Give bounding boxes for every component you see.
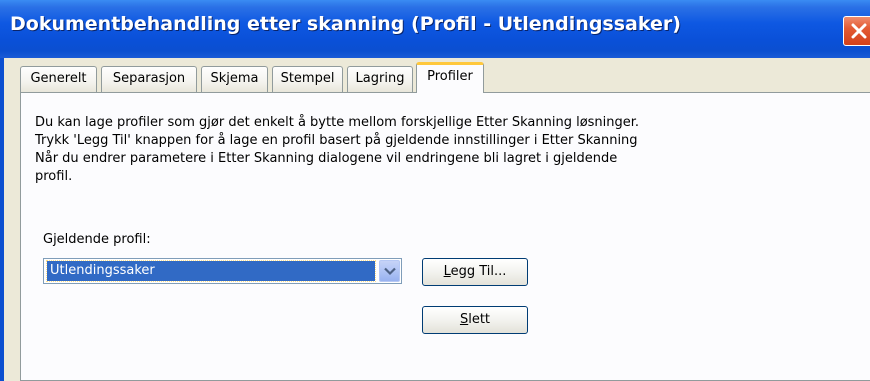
- title-bar[interactable]: Dokumentbehandling etter skanning (Profi…: [0, 0, 870, 58]
- window-title: Dokumentbehandling etter skanning (Profi…: [10, 13, 681, 35]
- dialog-window: Dokumentbehandling etter skanning (Profi…: [0, 0, 870, 381]
- description-line: Du kan lage profiler som gjør det enkelt…: [35, 115, 640, 130]
- description-line: profil.: [35, 169, 73, 184]
- tab-lagring[interactable]: Lagring: [347, 66, 413, 92]
- add-button-label: egg Til...: [450, 264, 507, 279]
- description-text: Du kan lage profiler som gjør det enkelt…: [35, 114, 735, 186]
- profile-select[interactable]: Utlendingssaker: [43, 258, 402, 284]
- description-line: Når du endrer parametere i Etter Skannin…: [35, 151, 618, 166]
- tab-profiler[interactable]: Profiler: [416, 62, 484, 93]
- tab-separasjon[interactable]: Separasjon: [101, 66, 197, 92]
- add-profile-button[interactable]: Legg Til...: [422, 258, 528, 286]
- close-icon: [851, 23, 867, 39]
- profile-select-value: Utlendingssaker: [46, 260, 376, 282]
- delete-button-mnemonic: S: [459, 312, 469, 327]
- delete-profile-button[interactable]: Slett: [422, 306, 528, 334]
- close-button[interactable]: [843, 16, 870, 46]
- tab-skjema[interactable]: Skjema: [201, 66, 268, 92]
- delete-button-label: lett: [468, 312, 491, 327]
- tab-generelt[interactable]: Generelt: [20, 66, 97, 92]
- current-profile-label: Gjeldende profil:: [43, 232, 151, 247]
- description-line: Trykk 'Legg Til' knappen for å lage en p…: [35, 133, 638, 148]
- tab-stempel[interactable]: Stempel: [272, 66, 343, 92]
- add-button-mnemonic: L: [443, 264, 451, 279]
- window-left-border: [0, 58, 4, 381]
- chevron-down-icon: [384, 267, 396, 276]
- profile-dropdown-button[interactable]: [379, 260, 400, 282]
